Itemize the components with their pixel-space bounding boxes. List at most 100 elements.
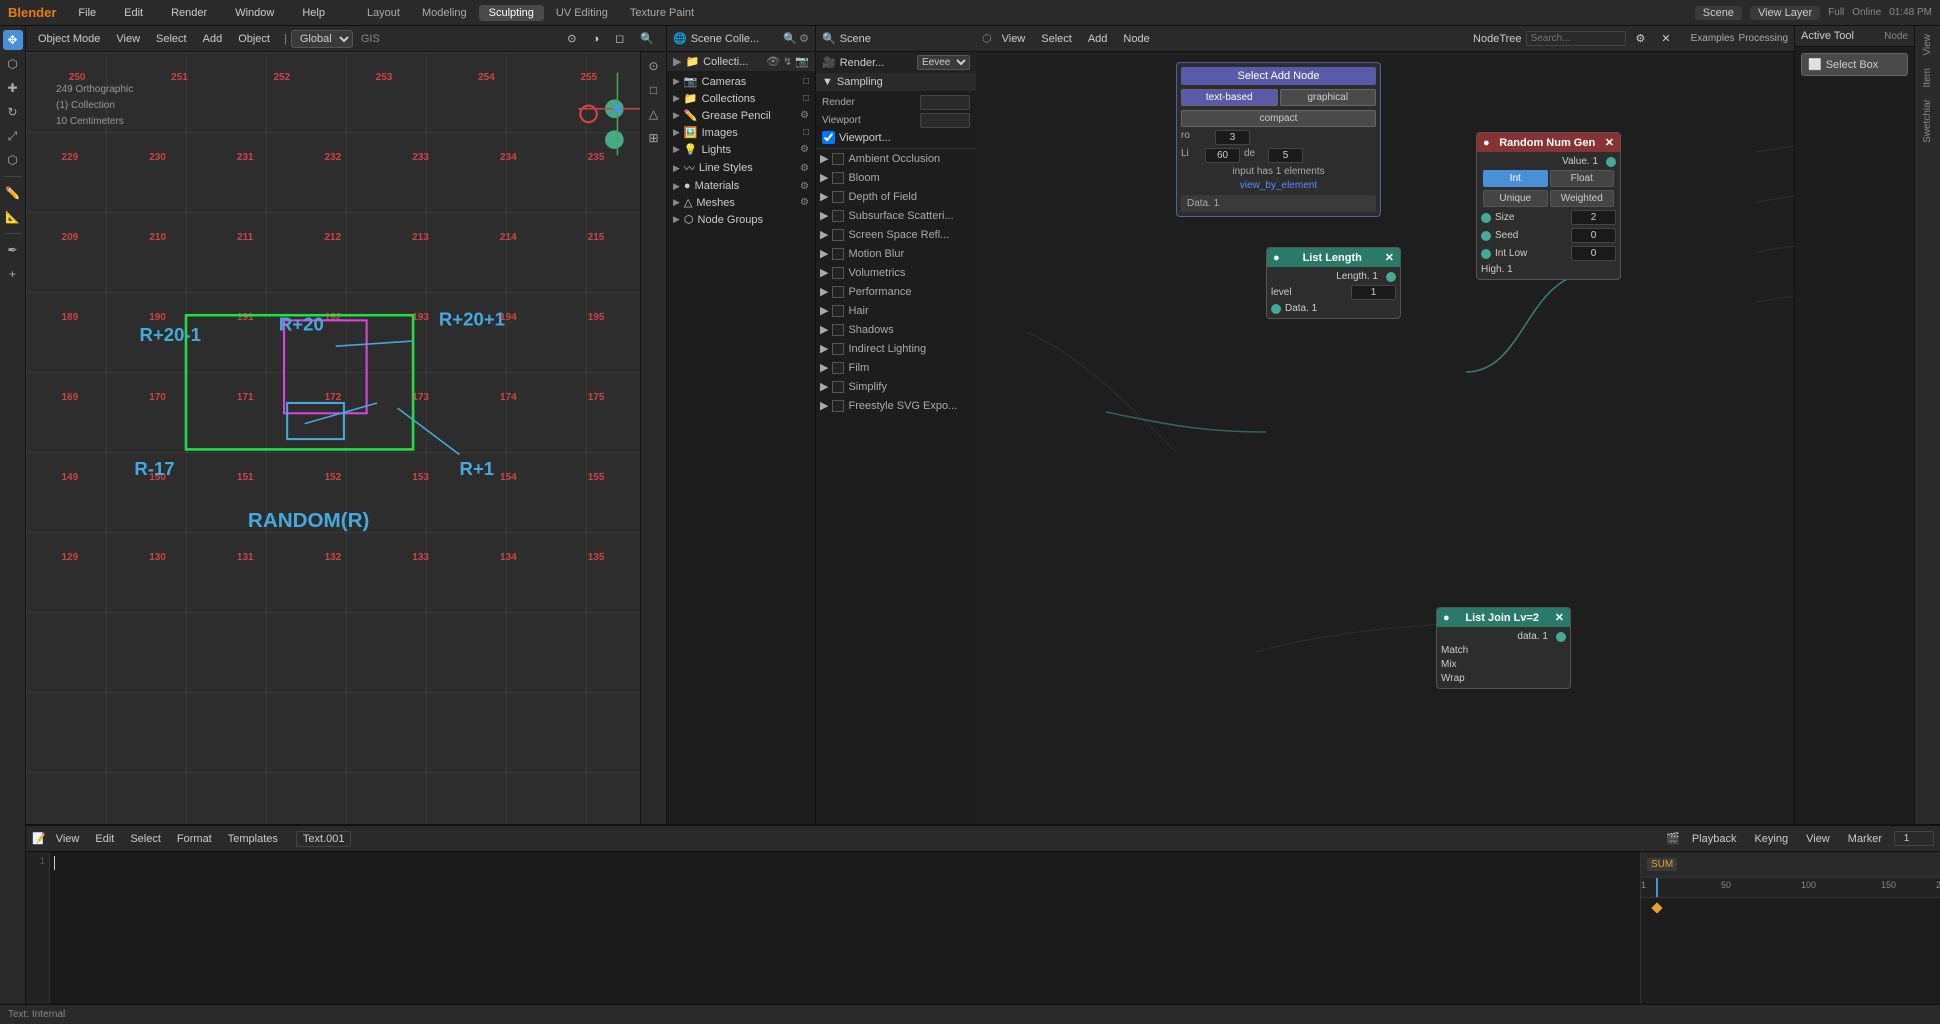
images-toggle[interactable]: □ — [803, 127, 809, 138]
ne-select-btn[interactable]: Select — [1035, 32, 1078, 46]
view-front-icon[interactable]: □ — [644, 80, 664, 100]
bloom-checkbox[interactable] — [832, 172, 844, 184]
ne-view-btn[interactable]: View — [996, 32, 1032, 46]
timeline-ruler[interactable]: 1 50 100 150 200 — [1641, 878, 1940, 898]
size-input[interactable] — [1571, 210, 1616, 225]
lights-toggle[interactable]: ⚙ — [800, 144, 809, 155]
vp-view-menu[interactable]: View — [110, 32, 146, 46]
popup-view-by-element[interactable]: view_by_element — [1181, 180, 1376, 191]
camera-toggle[interactable]: □ — [803, 76, 809, 87]
ne-settings-btn[interactable]: ⚙ — [1630, 31, 1652, 46]
node-search-input[interactable] — [1526, 31, 1626, 46]
playback-btn[interactable]: Playback — [1686, 832, 1743, 846]
tab-sculpting[interactable]: Sculpting — [479, 5, 544, 21]
unique-btn[interactable]: Unique — [1483, 190, 1548, 207]
collection-sel-icon[interactable]: ↯ — [783, 55, 792, 68]
shadows-checkbox[interactable] — [832, 324, 844, 336]
indirect-checkbox[interactable] — [832, 343, 844, 355]
scene-item-grease-pencil[interactable]: ▶ ✏️ Grease Pencil ⚙ — [669, 107, 813, 124]
subsection-hair[interactable]: ▶ Hair — [816, 301, 976, 320]
subsection-performance[interactable]: ▶ Performance — [816, 282, 976, 301]
bottom-select-btn[interactable]: Select — [124, 832, 167, 846]
dof-checkbox[interactable] — [832, 191, 844, 203]
subsection-ambient-occlusion[interactable]: ▶ Ambient Occlusion — [816, 149, 976, 168]
scene-item-materials[interactable]: ▶ ● Materials ⚙ — [669, 178, 813, 194]
rotate-tool-icon[interactable]: ↻ — [3, 102, 23, 122]
ne-add-btn[interactable]: Add — [1082, 32, 1114, 46]
select-tool-icon[interactable]: ⬡ — [3, 54, 23, 74]
subsection-motion-blur[interactable]: ▶ Motion Blur — [816, 244, 976, 263]
node-random-collapse-icon[interactable]: ● — [1483, 137, 1490, 149]
vp-object-mode[interactable]: Object Mode — [32, 32, 106, 46]
popup-tab-graphical[interactable]: graphical — [1280, 89, 1377, 106]
measure-icon[interactable]: 📐 — [3, 207, 23, 227]
seed-socket[interactable] — [1481, 231, 1491, 241]
tab-layout[interactable]: Layout — [357, 5, 410, 21]
scene-item-node-groups[interactable]: ▶ ⬡ Node Groups — [669, 211, 813, 228]
node-list-join[interactable]: ● List Join Lv=2 ✕ data. 1 Match Mix — [1436, 607, 1571, 689]
render-header-search-icon[interactable]: 🔍 — [822, 32, 836, 45]
perf-checkbox[interactable] — [832, 286, 844, 298]
node-join-close-icon[interactable]: ✕ — [1555, 611, 1564, 624]
sampling-header[interactable]: ▼ Sampling — [816, 73, 976, 91]
int-low-socket[interactable] — [1481, 249, 1491, 259]
node-random-close-icon[interactable]: ✕ — [1605, 136, 1614, 149]
simplify-checkbox[interactable] — [832, 381, 844, 393]
viewport-value-input[interactable]: 16 — [920, 113, 970, 128]
bottom-templates-btn[interactable]: Templates — [222, 832, 284, 846]
menu-render[interactable]: Render — [165, 5, 213, 21]
size-socket[interactable] — [1481, 213, 1491, 223]
collection-render-icon[interactable]: 📷 — [795, 55, 809, 68]
int-low-input[interactable] — [1571, 246, 1616, 261]
collection-toggle[interactable]: □ — [803, 93, 809, 104]
grease-toggle[interactable]: ⚙ — [800, 110, 809, 121]
scene-selector[interactable]: Scene — [1695, 6, 1742, 20]
node-list-close-icon[interactable]: ✕ — [1385, 251, 1394, 264]
subsection-bloom[interactable]: ▶ Bloom — [816, 168, 976, 187]
viewport-denoising-check[interactable] — [822, 131, 835, 144]
vp-search-btn[interactable]: 🔍 — [634, 31, 660, 46]
move-tool-icon[interactable]: ✚ — [3, 78, 23, 98]
popup-tab-text[interactable]: text-based — [1181, 89, 1278, 106]
tab-uv-editing[interactable]: UV Editing — [546, 5, 618, 21]
subsection-freestyle[interactable]: ▶ Freestyle SVG Expo... — [816, 396, 976, 415]
vp-shading-wire[interactable]: ◻ — [609, 31, 630, 46]
popup-li-input[interactable] — [1205, 148, 1240, 163]
float-btn[interactable]: Float — [1550, 170, 1615, 187]
subsection-film[interactable]: ▶ Film — [816, 358, 976, 377]
global-local-select[interactable]: GlobalLocal — [291, 30, 353, 48]
value-output-socket[interactable] — [1606, 157, 1616, 167]
frame-input[interactable] — [1894, 831, 1934, 846]
render-value-input[interactable]: 64 — [920, 95, 970, 110]
tab-modeling[interactable]: Modeling — [412, 5, 477, 21]
vp-shading-solid[interactable]: ◑ — [587, 31, 606, 46]
select-box-btn[interactable]: ⬜ Select Box — [1801, 53, 1908, 76]
materials-toggle[interactable]: ⚙ — [800, 181, 809, 192]
view-layer-selector[interactable]: View Layer — [1750, 6, 1820, 20]
int-btn[interactable]: Int — [1483, 170, 1548, 187]
subsection-ssr[interactable]: ▶ Screen Space Refl... — [816, 225, 976, 244]
view-side-icon[interactable]: △ — [644, 104, 664, 124]
scene-settings-icon[interactable]: ⚙ — [799, 32, 809, 45]
node-list-collapse-icon[interactable]: ● — [1273, 252, 1280, 264]
subsection-subsurface[interactable]: ▶ Subsurface Scatteri... — [816, 206, 976, 225]
view-side-label[interactable]: View — [1922, 30, 1933, 60]
view-perspective-icon[interactable]: ⊙ — [644, 56, 664, 76]
level-input[interactable] — [1351, 285, 1396, 300]
popup-compact-btn[interactable]: compact — [1181, 110, 1376, 127]
ne-node-btn[interactable]: Node — [1117, 32, 1155, 46]
node-join-collapse-icon[interactable]: ● — [1443, 612, 1450, 624]
freestyle-checkbox[interactable] — [832, 400, 844, 412]
ne-close-btn[interactable]: ✕ — [1655, 31, 1676, 46]
vp-select-menu[interactable]: Select — [150, 32, 193, 46]
join-out-socket[interactable] — [1556, 632, 1566, 642]
scene-filter-icon[interactable]: 🔍 — [783, 32, 797, 45]
annotate-icon[interactable]: ✏️ — [3, 183, 23, 203]
scene-item-collections[interactable]: ▶ 📁 Collections □ — [669, 90, 813, 107]
collection-row[interactable]: ▶ 📁 Collecti... 👁 ↯ 📷 — [667, 52, 815, 71]
menu-file[interactable]: File — [72, 5, 102, 21]
length-socket[interactable] — [1386, 272, 1396, 282]
vp-add-menu[interactable]: Add — [197, 32, 229, 46]
linestyle-toggle[interactable]: ⚙ — [800, 163, 809, 174]
menu-help[interactable]: Help — [296, 5, 331, 21]
